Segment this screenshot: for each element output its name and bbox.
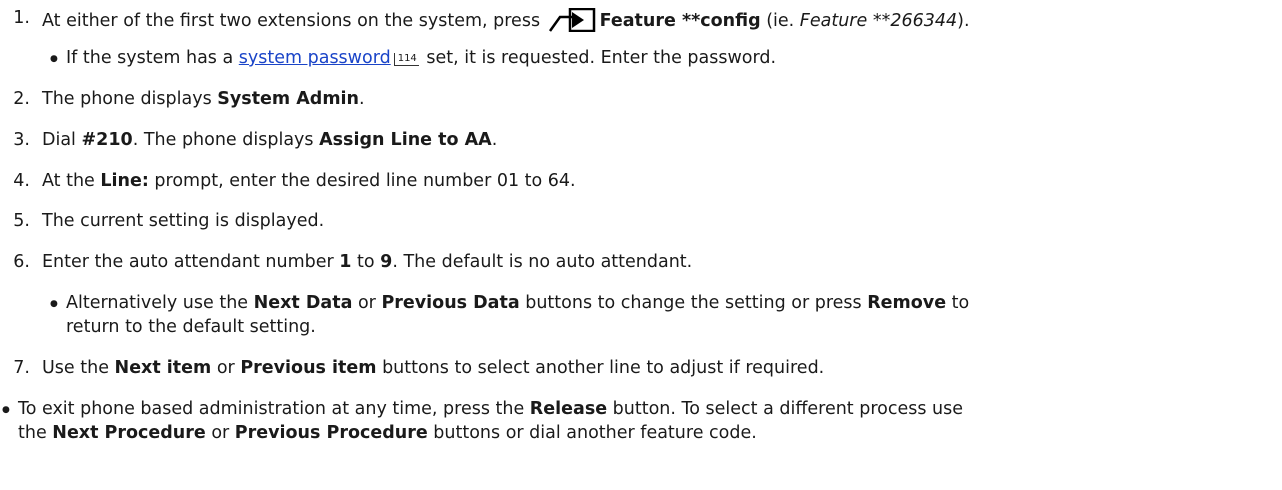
step-number: 6.: [13, 252, 30, 272]
step-number: 4.: [13, 171, 30, 191]
feature-example: Feature **266344: [799, 11, 958, 31]
step-number: 7.: [13, 358, 30, 378]
bullet: ●: [2, 405, 10, 415]
step-number: 3.: [13, 130, 30, 150]
feature-button-icon: [548, 7, 596, 37]
feature-code: Feature **config: [599, 11, 761, 31]
step-number: 1.: [13, 8, 30, 28]
bullet: ●: [50, 299, 58, 309]
page-reference[interactable]: 114: [393, 53, 419, 66]
bullet: ●: [50, 54, 58, 64]
step-number: 2.: [13, 89, 30, 109]
step-text: At either of the first two extensions on…: [42, 11, 546, 31]
system-password-link[interactable]: system password: [239, 48, 391, 68]
document-body: 1. At either of the first two extensions…: [2, 7, 970, 443]
step-number: 5.: [13, 211, 30, 231]
